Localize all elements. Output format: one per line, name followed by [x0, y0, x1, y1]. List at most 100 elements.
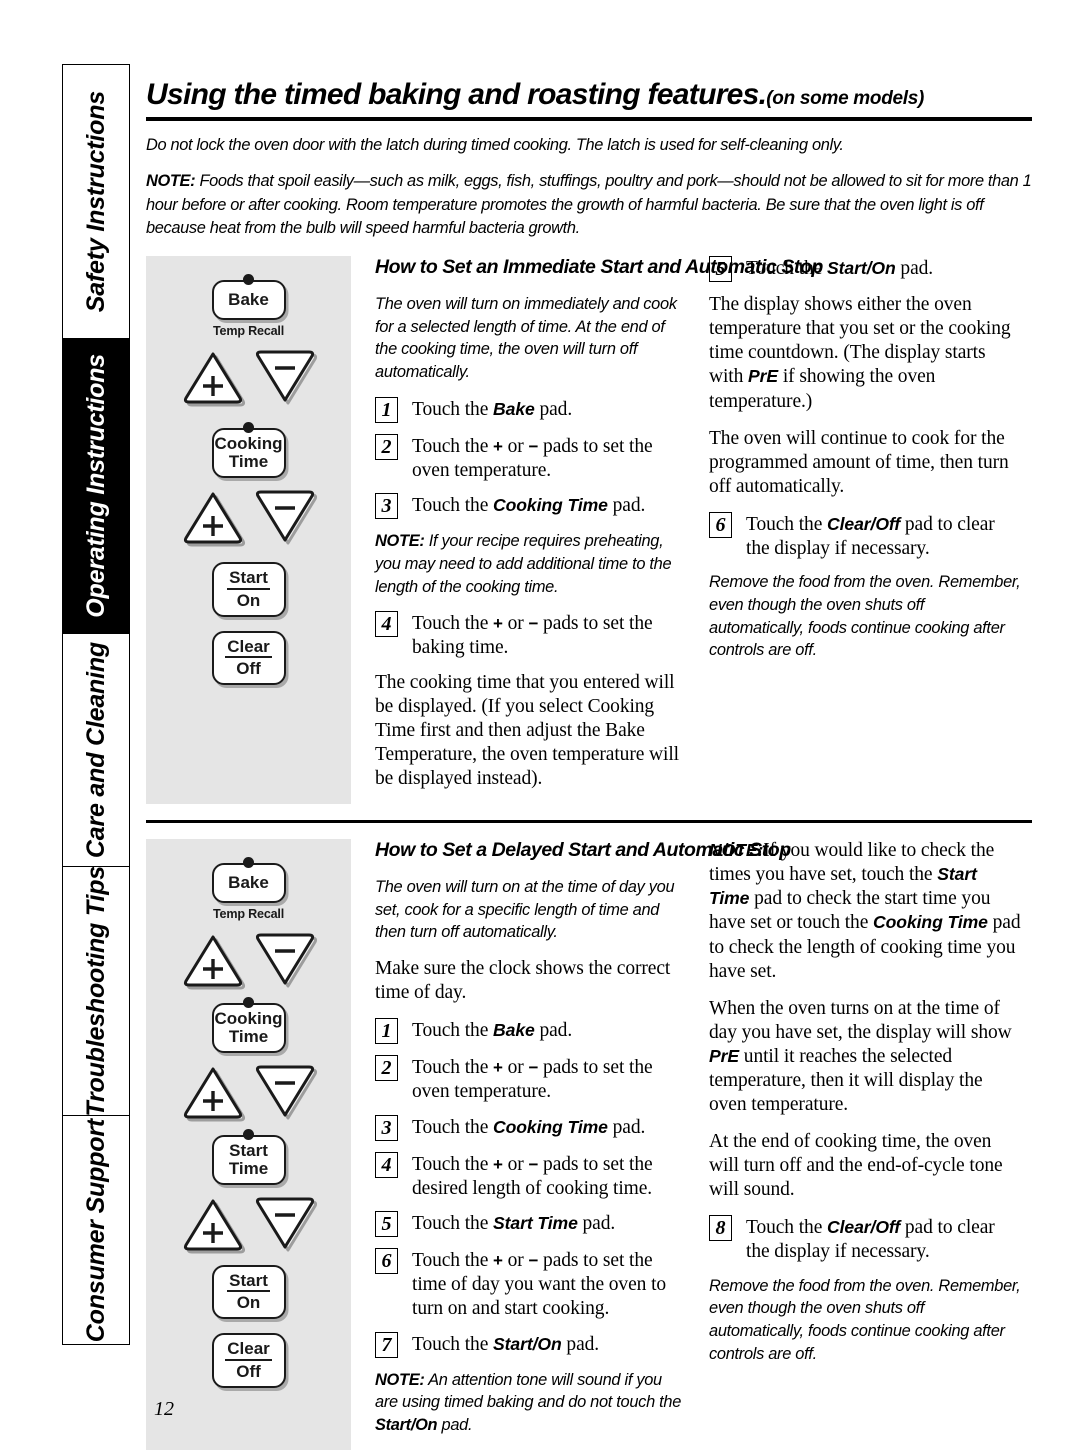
section-1-left-column: How to Set an Immediate Start and Automa…	[375, 256, 823, 804]
food-safety-note: NOTE: Foods that spoil easily—such as mi…	[146, 170, 1032, 240]
pad-name: Start/On	[375, 1416, 438, 1435]
section-2-right-column: NOTE:If you would like to check the time…	[709, 839, 1021, 1449]
section-delayed-start: Bake Temp Recall Cooking Time Start Time…	[146, 839, 1032, 1450]
section-1-intro: The oven will turn on immediately and co…	[375, 295, 677, 382]
oven-turns-on-para: When the oven turns on at the time of da…	[709, 997, 1021, 1117]
plus-pad[interactable]	[182, 1197, 245, 1254]
step-text-pre: Touch the	[412, 495, 494, 517]
step-text-pre: Touch the	[412, 613, 494, 635]
step-item: 3 Touch the Cooking Time pad.	[375, 1114, 687, 1141]
step-text: Touch the + or − pads to set the oven te…	[412, 434, 687, 483]
sidebar-item-care-and-cleaning[interactable]: Care and Cleaning	[63, 634, 129, 867]
bake-pad-group: Bake Temp Recall	[211, 274, 286, 338]
page-title-subtitle: (on some models)	[766, 88, 925, 109]
minus-pad[interactable]	[254, 350, 317, 405]
step-text-pre: Touch the	[412, 1116, 494, 1138]
step-text-pre: Touch the	[746, 1217, 828, 1239]
sidebar-item-safety-instructions[interactable]: Safety Instructions	[63, 65, 129, 339]
cooking-time-pad-group: Cooking Time	[211, 422, 286, 478]
plus-pad[interactable]	[182, 1065, 245, 1122]
attention-tone-note: NOTE: An attention tone will sound if yo…	[375, 1369, 687, 1437]
temp-recall-label: Temp Recall	[212, 907, 285, 922]
start-time-pad[interactable]: Start Time	[211, 1134, 286, 1185]
minus-pad[interactable]	[254, 1197, 317, 1252]
cooking-time-pad[interactable]: Cooking Time	[211, 428, 286, 478]
step-item: 5 Touch the Start/On pad.	[709, 256, 1021, 283]
note-label: NOTE:	[375, 532, 425, 551]
para-pre: When the oven turns on at the time of da…	[709, 997, 1012, 1043]
plus-symbol: +	[493, 436, 503, 456]
cooking-time-pad[interactable]: Cooking Time	[211, 1003, 286, 1053]
sidebar-tab-rail: Safety Instructions Operating Instructio…	[62, 64, 130, 1345]
sidebar-item-operating-instructions[interactable]: Operating Instructions	[63, 338, 129, 635]
step-text-post: pad.	[607, 1116, 646, 1138]
step-number: 1	[375, 1018, 398, 1045]
temperature-adjust-pads	[182, 933, 317, 990]
section-1-right-column: 5 Touch the Start/On pad. The display sh…	[709, 256, 1021, 804]
step-text: Touch the + or − pads to set the time of…	[412, 1248, 687, 1320]
step-item: 4 Touch the + or − pads to set the bakin…	[375, 611, 687, 660]
step-text-post: pad.	[561, 1333, 600, 1355]
bake-pad[interactable]: Bake	[211, 863, 286, 904]
step-item: 6 Touch the Clear/Off pad to clear the d…	[709, 511, 1021, 561]
step-text-pre: Touch the	[746, 258, 828, 280]
clear-off-pad[interactable]: Clear Off	[211, 630, 286, 686]
minus-symbol: −	[528, 1058, 539, 1078]
note-body: Foods that spoil easily—such as milk, eg…	[146, 172, 1032, 237]
plus-symbol: +	[493, 1058, 503, 1078]
step-text-pre: Touch the	[746, 513, 828, 535]
step-text-pre: Touch the	[412, 398, 494, 420]
start-on-pad[interactable]: Start On	[211, 561, 286, 617]
display-behavior-para: The display shows either the oven temper…	[709, 293, 1021, 413]
step-item: 3 Touch the Cooking Time pad.	[375, 493, 687, 520]
pad-name: Cooking Time	[873, 912, 988, 933]
plus-symbol: +	[493, 1251, 503, 1271]
step-number: 4	[375, 1151, 398, 1178]
sidebar-item-consumer-support[interactable]: Consumer Support	[63, 1116, 129, 1344]
continue-cooking-para: The oven will continue to cook for the p…	[709, 427, 1009, 497]
step-text-pre: Touch the	[412, 1153, 494, 1175]
clear-off-pad[interactable]: Clear Off	[211, 1333, 286, 1388]
step-number: 3	[375, 493, 398, 520]
page-number: 12	[154, 1397, 174, 1420]
latch-warning-text: Do not lock the oven door with the latch…	[146, 136, 844, 154]
step-text: Touch the + or − pads to set the oven te…	[412, 1055, 687, 1104]
minus-pad[interactable]	[254, 490, 317, 545]
step-text: Touch the Bake pad.	[412, 1018, 572, 1043]
step-item: 1 Touch the Bake pad.	[375, 1018, 687, 1045]
plus-pad[interactable]	[182, 350, 245, 407]
step-text: Touch the Cooking Time pad.	[412, 493, 645, 518]
bake-pad[interactable]: Bake	[211, 280, 286, 321]
step-item: 1 Touch the Bake pad.	[375, 396, 687, 423]
note-label: NOTE:	[146, 172, 196, 191]
pad-name: Bake	[493, 1020, 535, 1041]
step-text-pre: Touch the	[412, 1213, 494, 1235]
step-text-pre: Touch the	[412, 1250, 494, 1272]
clear-off-pad-label-bottom: Off	[236, 659, 261, 679]
minus-pad[interactable]	[254, 1065, 317, 1120]
plus-symbol: +	[493, 1154, 503, 1174]
step-text-post: pad.	[895, 258, 934, 280]
bake-pad-label: Bake	[228, 290, 269, 310]
plus-pad[interactable]	[182, 933, 245, 990]
start-time-adjust-pads	[182, 1197, 317, 1254]
cooking-time-adjust-pads	[182, 490, 317, 547]
minus-pad[interactable]	[254, 933, 317, 988]
step-item: 5 Touch the Start Time pad.	[375, 1211, 687, 1238]
step-text: Touch the + or − pads to set the desired…	[412, 1152, 687, 1201]
start-on-pad-label-bottom: On	[236, 1293, 261, 1313]
start-on-pad[interactable]: Start On	[211, 1264, 286, 1320]
step-text-pre: Touch the	[412, 435, 494, 457]
sidebar-item-troubleshooting-tips[interactable]: Troubleshooting Tips	[63, 866, 129, 1117]
step-text-post: pad.	[607, 495, 646, 517]
cooking-time-adjust-pads	[182, 1065, 317, 1122]
plus-pad[interactable]	[182, 490, 245, 547]
cooking-time-display-para: The cooking time that you entered will b…	[375, 671, 679, 790]
minus-symbol: −	[528, 436, 539, 456]
cooking-time-pad-label-line1: Cooking	[214, 1009, 283, 1029]
minus-symbol: −	[528, 1154, 539, 1174]
step-text: Touch the Clear/Off pad to clear the dis…	[746, 512, 1021, 561]
plus-symbol: +	[493, 614, 503, 634]
minus-symbol: −	[528, 1251, 539, 1271]
step-text-pre: Touch the	[412, 1333, 494, 1355]
